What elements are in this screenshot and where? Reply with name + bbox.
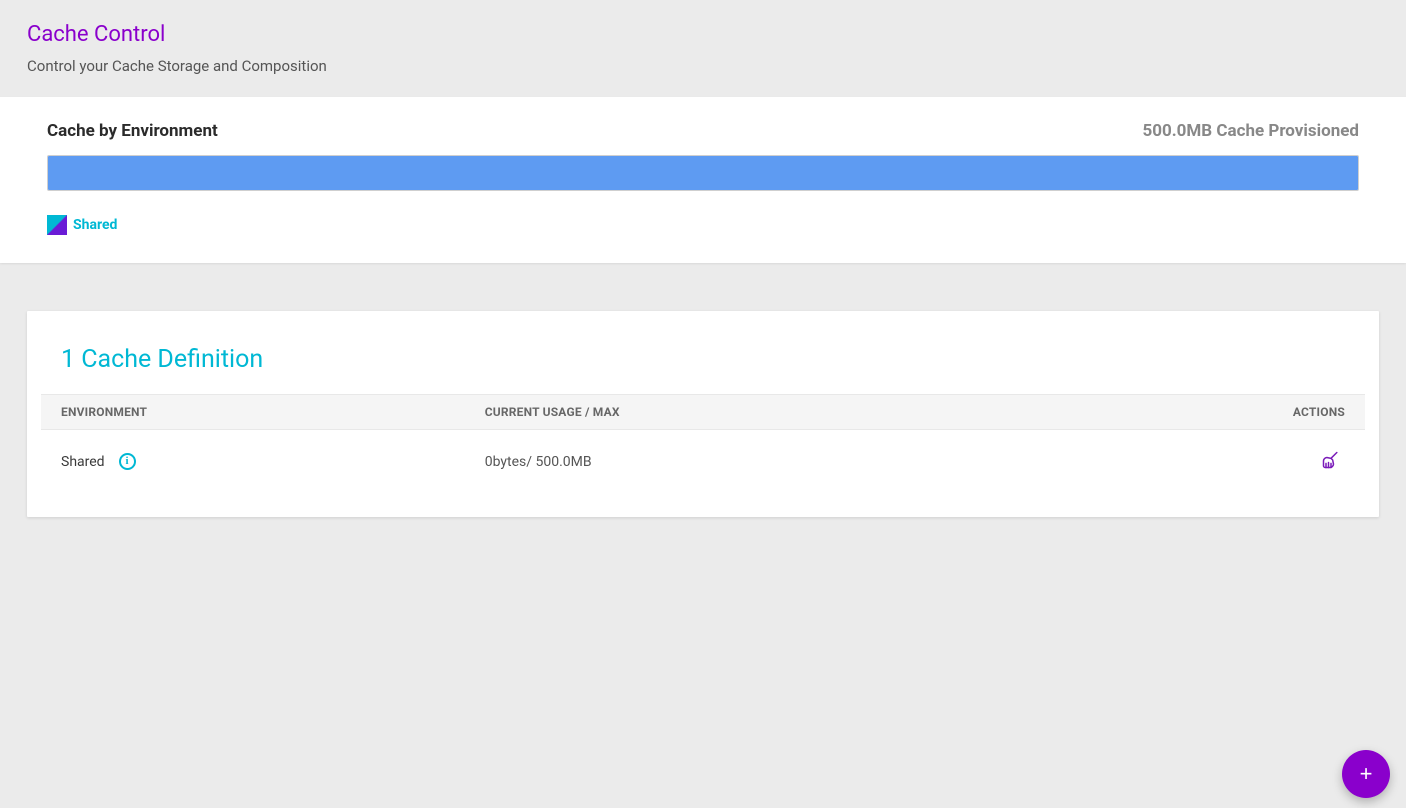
plus-icon: + <box>1360 763 1373 785</box>
environment-name: Shared <box>61 454 105 470</box>
page-subtitle: Control your Cache Storage and Compositi… <box>27 57 1379 75</box>
flush-cache-button[interactable] <box>1317 446 1345 477</box>
cache-overview-header: Cache by Environment 500.0MB Cache Provi… <box>47 121 1359 141</box>
column-header-actions: ACTIONS <box>1152 405 1345 419</box>
environment-cell: Shared i <box>61 453 485 470</box>
cache-overview-title: Cache by Environment <box>47 121 218 141</box>
cache-usage-bar <box>47 155 1359 191</box>
column-header-usage: CURRENT USAGE / MAX <box>485 405 1153 419</box>
page-title: Cache Control <box>27 22 1379 47</box>
actions-cell <box>1152 446 1345 477</box>
usage-cell: 0bytes/ 500.0MB <box>485 454 1153 470</box>
cache-overview-card: Cache by Environment 500.0MB Cache Provi… <box>0 97 1406 263</box>
info-icon[interactable]: i <box>119 453 136 470</box>
cache-definitions-title: 1 Cache Definition <box>61 345 1365 374</box>
page-header: Cache Control Control your Cache Storage… <box>0 0 1406 97</box>
add-cache-fab[interactable]: + <box>1342 750 1390 798</box>
legend-swatch-shared <box>47 215 67 235</box>
cache-definitions-card: 1 Cache Definition ENVIRONMENT CURRENT U… <box>27 311 1379 517</box>
cache-legend: Shared <box>47 215 1359 235</box>
legend-label-shared: Shared <box>73 217 117 233</box>
table-header: ENVIRONMENT CURRENT USAGE / MAX ACTIONS <box>41 394 1365 430</box>
column-header-environment: ENVIRONMENT <box>61 405 485 419</box>
cache-provisioned-text: 500.0MB Cache Provisioned <box>1142 121 1359 141</box>
broom-icon <box>1321 450 1341 473</box>
cache-usage-bar-fill <box>48 156 1358 190</box>
table-row: Shared i 0bytes/ 500.0MB <box>41 430 1365 493</box>
